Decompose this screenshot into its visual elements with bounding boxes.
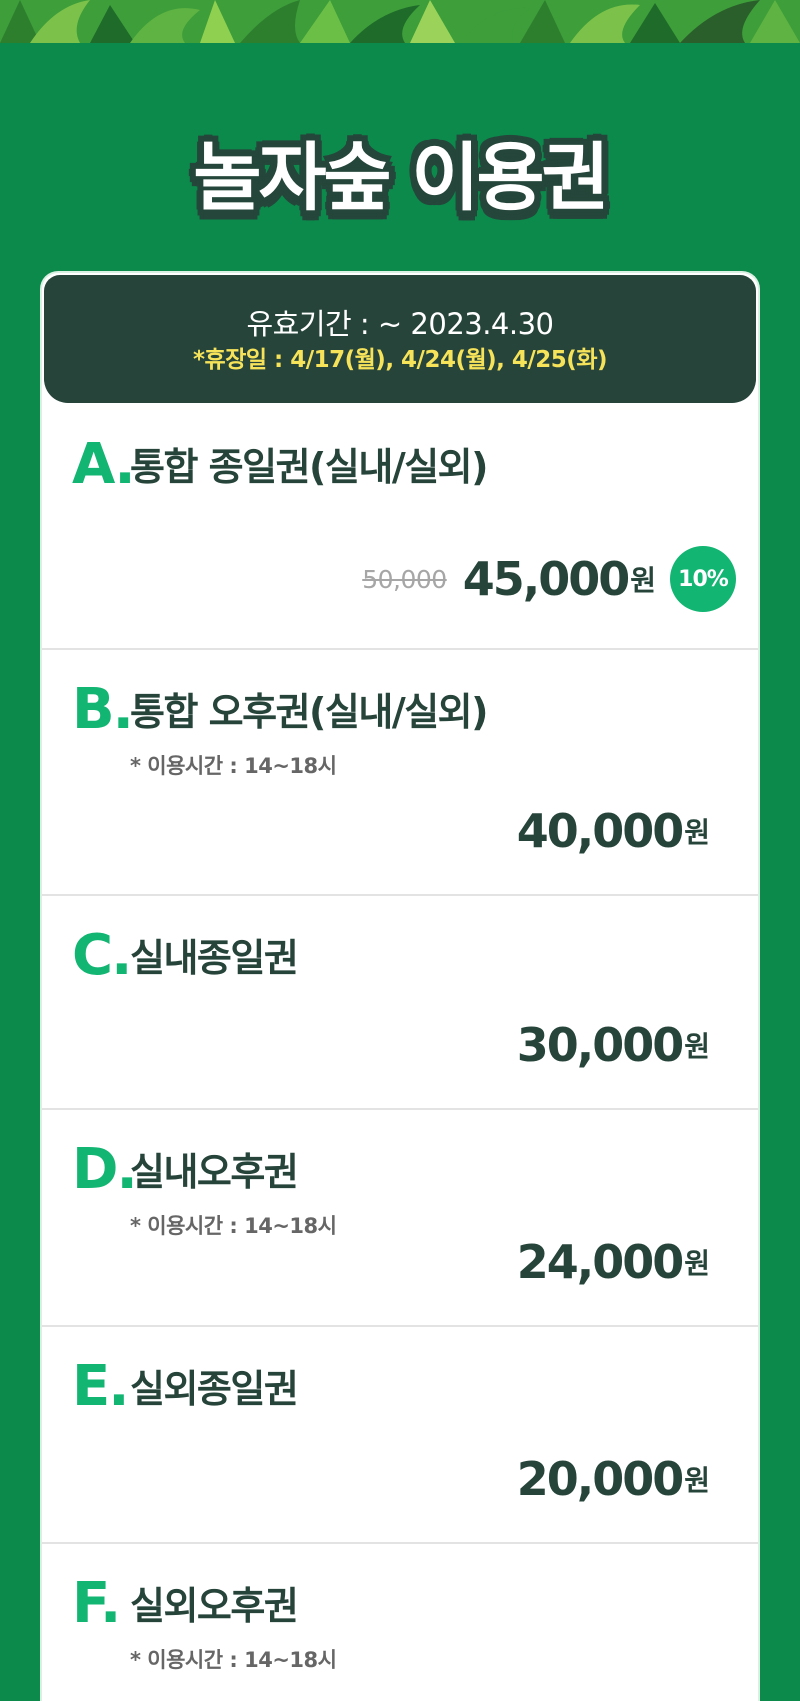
currency-unit: 원 [684, 1030, 710, 1063]
currency-unit: 원 [684, 816, 710, 849]
usage-time-note: * 이용시간 : 14~18시 [130, 754, 337, 778]
ticket-name: 실외오후권 [130, 1584, 299, 1628]
ticket-letter: C. [72, 923, 132, 988]
currency-unit: 원 [684, 1464, 710, 1497]
ticket-e[interactable]: E. 실외종일권 20,000 원 [42, 1327, 758, 1544]
ticket-letter: B. [72, 677, 134, 742]
ticket-price: 45,000 [462, 552, 631, 606]
ticket-price: 40,000 [516, 804, 685, 858]
ticket-price: 30,000 [516, 1018, 685, 1072]
ticket-letter: A. [72, 432, 136, 497]
currency-unit: 원 [684, 1247, 710, 1280]
page-title: 놀자숲 이용권 [193, 135, 609, 221]
original-price: 50,000 [362, 564, 447, 594]
ticket-letter: E. [72, 1354, 130, 1419]
ticket-name: 실내종일권 [130, 936, 299, 980]
ticket-name: 실외종일권 [130, 1367, 299, 1411]
ticket-f[interactable]: F. 실외오후권 * 이용시간 : 14~18시 [42, 1544, 758, 1701]
ticket-b[interactable]: B. 통합 오후권(실내/실외) * 이용시간 : 14~18시 40,000 … [42, 650, 758, 896]
ticket-price: 20,000 [516, 1452, 685, 1506]
ticket-price: 24,000 [516, 1235, 685, 1289]
ticket-name: 통합 종일권(실내/실외) [130, 445, 488, 489]
validity-period: 유효기간 : ~ 2023.4.30 [246, 307, 554, 341]
usage-time-note: * 이용시간 : 14~18시 [130, 1214, 337, 1238]
currency-unit: 원 [630, 564, 656, 597]
ticket-name: 통합 오후권(실내/실외) [130, 690, 488, 734]
usage-time-note: * 이용시간 : 14~18시 [130, 1648, 337, 1672]
ticket-c[interactable]: C. 실내종일권 30,000 원 [42, 896, 758, 1110]
foliage-banner [0, 0, 800, 43]
ticket-card: 유효기간 : ~ 2023.4.30 *휴장일 : 4/17(월), 4/24(… [40, 271, 760, 1701]
ticket-letter: F. [72, 1571, 121, 1636]
validity-banner: 유효기간 : ~ 2023.4.30 *휴장일 : 4/17(월), 4/24(… [44, 275, 756, 403]
ticket-d[interactable]: D. 실내오후권 * 이용시간 : 14~18시 24,000 원 [42, 1110, 758, 1327]
ticket-a[interactable]: A. 통합 종일권(실내/실외) 50,000 45,000 원 10% [42, 405, 758, 650]
ticket-letter: D. [72, 1137, 138, 1202]
ticket-name: 실내오후권 [130, 1150, 299, 1194]
discount-badge: 10% [670, 546, 736, 612]
holiday-notice: *휴장일 : 4/17(월), 4/24(월), 4/25(화) [193, 347, 608, 373]
